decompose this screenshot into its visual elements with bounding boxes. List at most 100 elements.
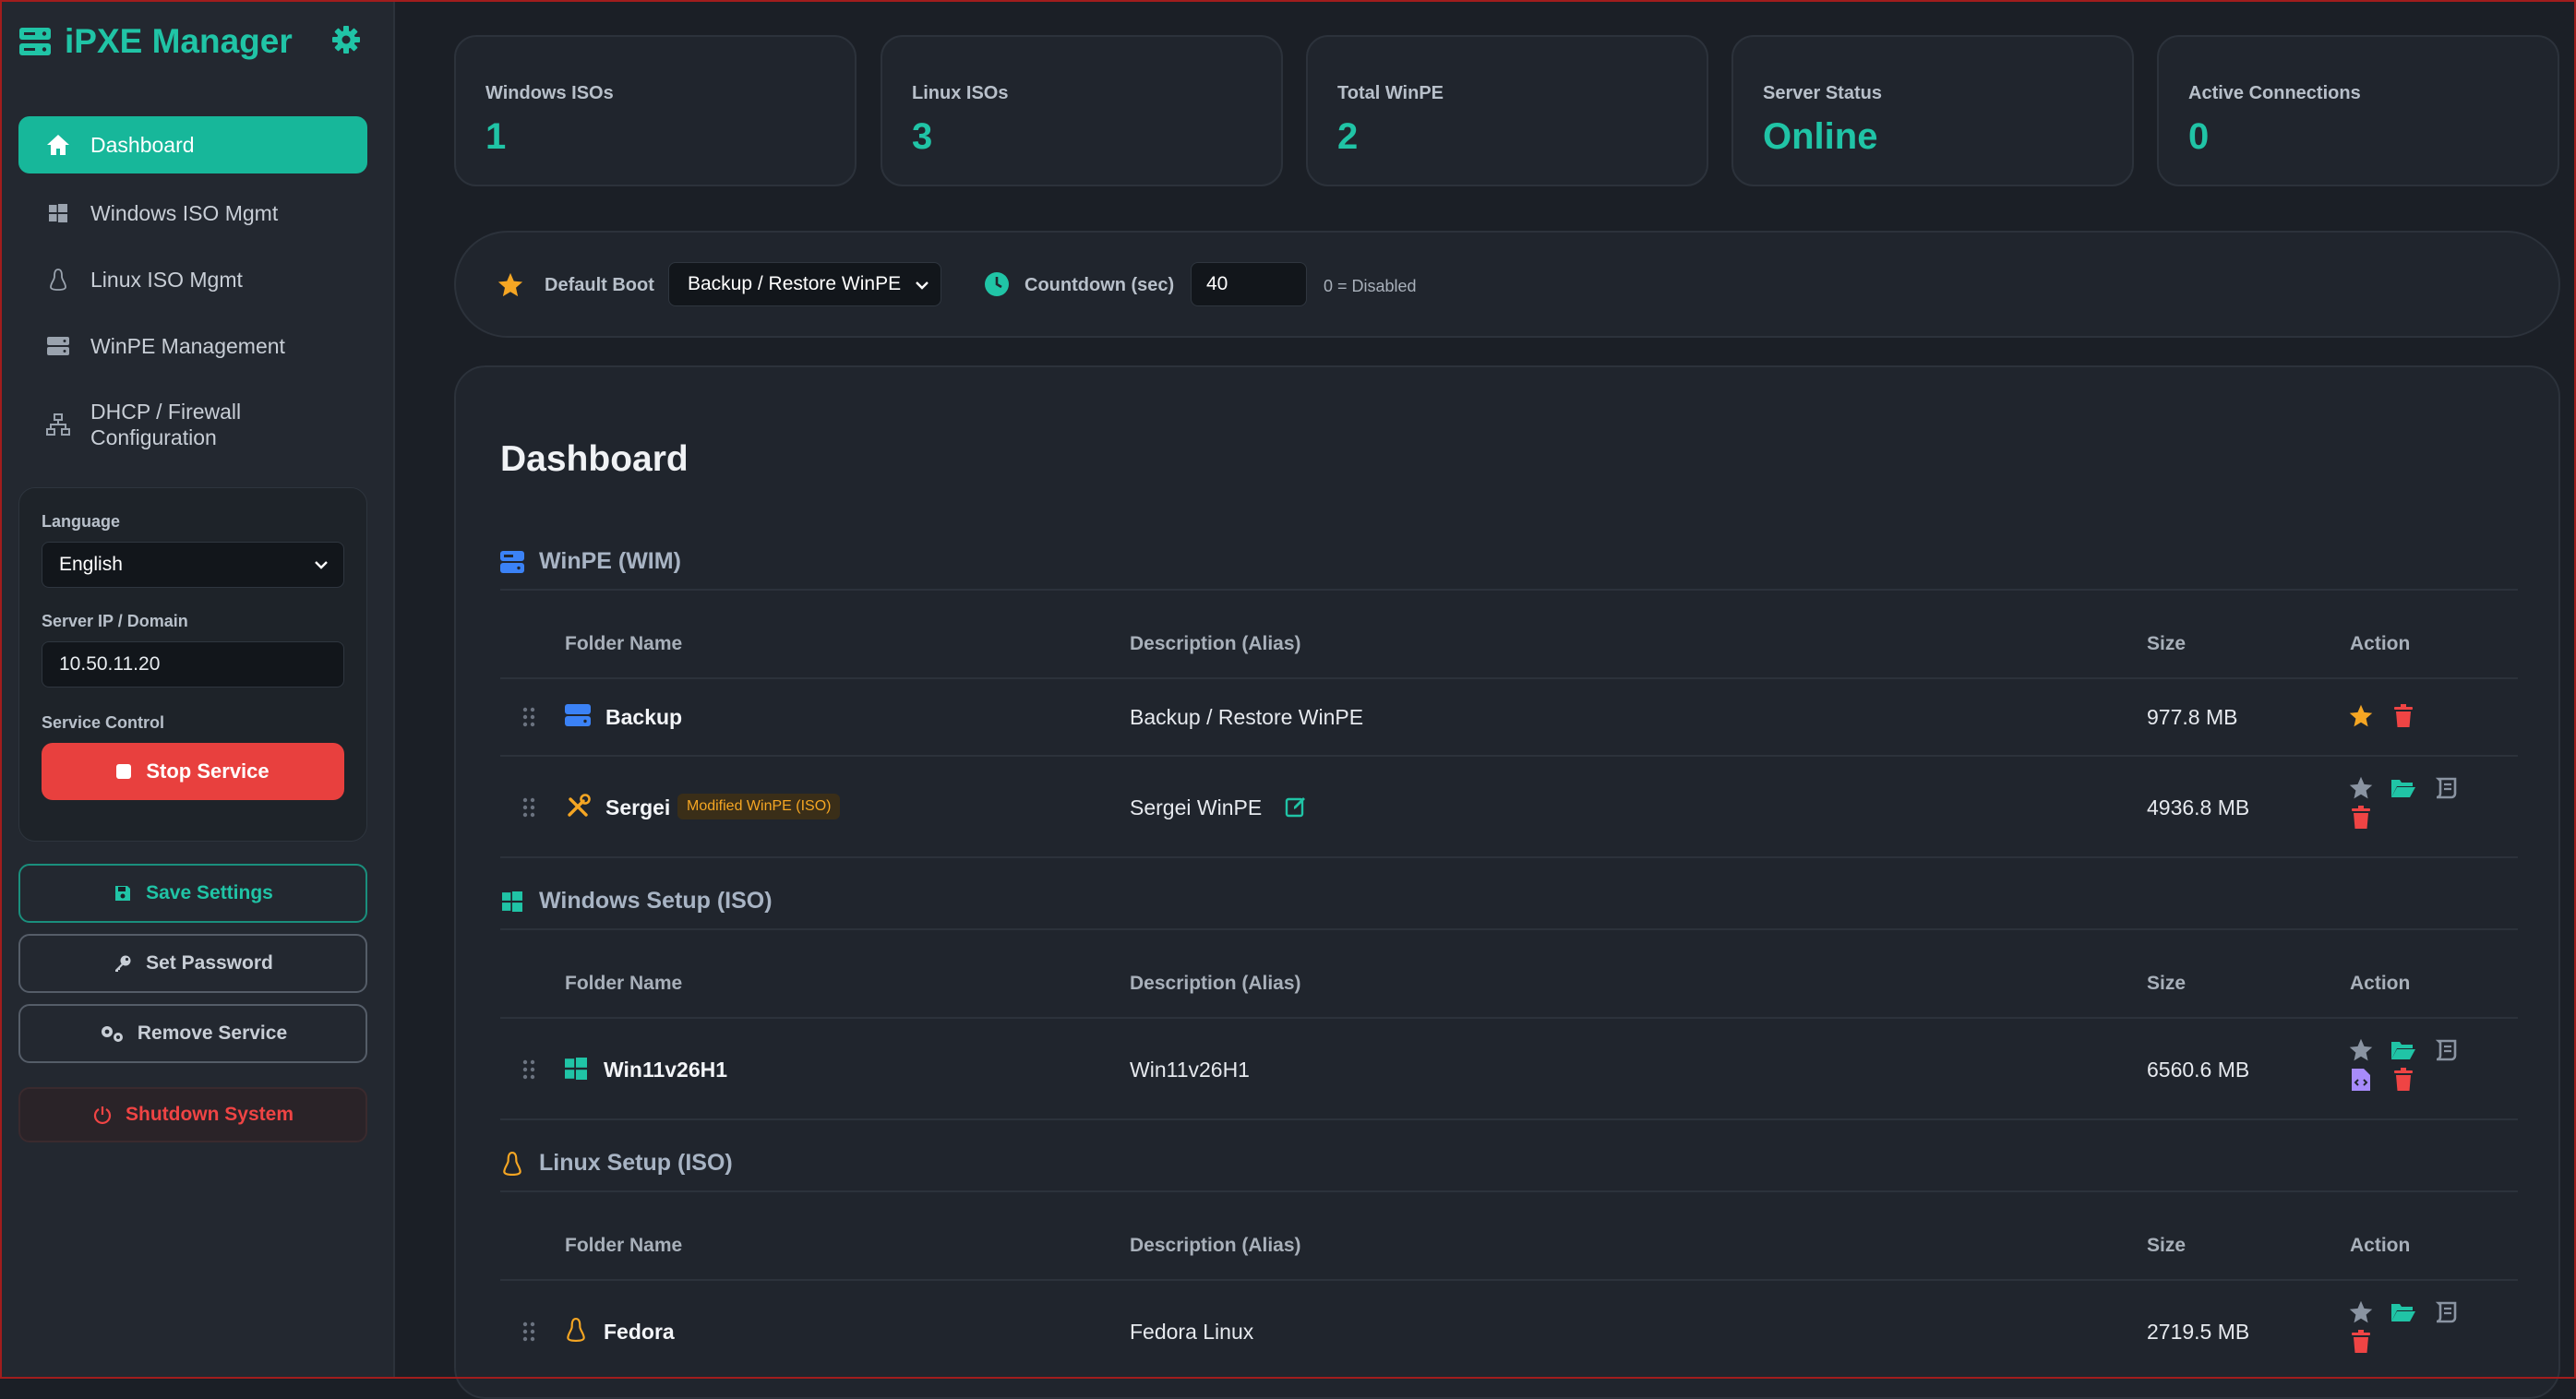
stop-label: Stop Service	[146, 759, 270, 783]
stat-active-connections: Active Connections 0	[2157, 35, 2559, 186]
folder-open-icon[interactable]	[2390, 1037, 2416, 1063]
delete-trash-icon[interactable]	[2348, 805, 2374, 831]
description: Backup / Restore WinPE	[1130, 705, 1364, 729]
set-default-star-icon[interactable]	[2348, 1299, 2374, 1325]
save-label: Save Settings	[146, 882, 273, 903]
stat-value: 1	[485, 116, 507, 157]
windows-icon	[500, 890, 524, 914]
default-boot-select[interactable]: Backup / Restore WinPE	[668, 262, 941, 306]
section-title: WinPE (WIM)	[539, 548, 681, 574]
countdown-input[interactable]: 40	[1191, 262, 1307, 306]
script-icon[interactable]	[2433, 1037, 2459, 1063]
nav-label: Linux ISO Mgmt	[90, 267, 243, 292]
folder-name: Backup	[605, 705, 683, 729]
nav-label: Windows ISO Mgmt	[90, 200, 279, 225]
delete-trash-icon[interactable]	[2390, 1067, 2416, 1093]
file-code-icon[interactable]	[2348, 1067, 2374, 1093]
countdown-hint: 0 = Disabled	[1324, 277, 1417, 295]
server-icon	[46, 334, 70, 358]
server-label: Server IP / Domain	[42, 612, 188, 630]
server-logo-icon	[18, 27, 52, 56]
stat-label: Linux ISOs	[912, 83, 1009, 103]
linux-icon	[567, 1318, 593, 1344]
stat-value: Online	[1763, 116, 1878, 157]
power-icon	[92, 1105, 113, 1125]
set-default-star-icon[interactable]	[2348, 703, 2374, 729]
section-windows: Windows Setup (ISO)	[500, 888, 773, 915]
stat-value: 3	[912, 116, 933, 157]
nav-item-linux-iso[interactable]: Linux ISO Mgmt	[18, 251, 367, 308]
col-desc: Description (Alias)	[1130, 973, 1301, 994]
linux-icon	[500, 1151, 524, 1176]
nav-label: DHCP / Firewall Configuration	[90, 400, 242, 449]
stop-icon	[116, 764, 132, 779]
server-ip-input[interactable]: 10.50.11.20	[42, 641, 344, 688]
folder-name: Fedora	[604, 1320, 675, 1344]
drag-handle-icon[interactable]	[522, 1321, 535, 1342]
folder-open-icon[interactable]	[2390, 775, 2416, 801]
description: Win11v26H1	[1130, 1058, 1250, 1082]
tools-icon	[565, 794, 591, 819]
page-title: Dashboard	[500, 439, 689, 479]
nav-item-winpe[interactable]: WinPE Management	[18, 317, 367, 375]
stat-total-winpe: Total WinPE 2	[1306, 35, 1708, 186]
nav-item-dashboard[interactable]: Dashboard	[18, 116, 367, 173]
col-action: Action	[2350, 1235, 2411, 1256]
chevron-down-icon	[913, 276, 931, 294]
folder-open-icon[interactable]	[2390, 1299, 2416, 1325]
remove-service-button[interactable]: Remove Service	[18, 1004, 367, 1063]
set-password-button[interactable]: Set Password	[18, 934, 367, 993]
folder-name: Sergei	[605, 795, 671, 819]
stat-label: Active Connections	[2188, 83, 2361, 103]
col-desc: Description (Alias)	[1130, 1235, 1301, 1256]
stop-service-button[interactable]: Stop Service	[42, 743, 344, 800]
col-size: Size	[2147, 633, 2187, 654]
save-settings-button[interactable]: Save Settings	[18, 864, 367, 923]
drag-handle-icon[interactable]	[522, 1059, 535, 1080]
drag-handle-icon[interactable]	[522, 707, 535, 727]
stat-windows-isos: Windows ISOs 1	[454, 35, 857, 186]
key-icon	[113, 953, 133, 974]
app-title: iPXE Manager	[65, 22, 293, 60]
col-size: Size	[2147, 973, 2187, 994]
script-icon[interactable]	[2433, 1299, 2459, 1325]
delete-trash-icon[interactable]	[2390, 703, 2416, 729]
edit-icon[interactable]	[1283, 794, 1309, 819]
shutdown-button[interactable]: Shutdown System	[18, 1087, 367, 1142]
language-select[interactable]: English	[42, 542, 344, 588]
script-icon[interactable]	[2433, 775, 2459, 801]
stat-value: 0	[2188, 116, 2210, 157]
size: 6560.6 MB	[2147, 1058, 2250, 1082]
modified-badge: Modified WinPE (ISO)	[677, 794, 841, 819]
gear-icon[interactable]	[330, 24, 362, 55]
set-default-star-icon[interactable]	[2348, 1037, 2374, 1063]
language-value: English	[59, 554, 123, 575]
delete-trash-icon[interactable]	[2348, 1329, 2374, 1355]
star-icon	[497, 271, 524, 299]
remove-label: Remove Service	[137, 1022, 288, 1044]
clock-icon	[984, 271, 1010, 297]
divider	[500, 677, 2518, 679]
windows-icon	[565, 1058, 591, 1083]
set-default-star-icon[interactable]	[2348, 775, 2374, 801]
windows-icon	[46, 201, 70, 225]
default-boot-value: Backup / Restore WinPE	[688, 273, 902, 294]
col-desc: Description (Alias)	[1130, 633, 1301, 654]
drag-handle-icon[interactable]	[522, 797, 535, 818]
divider	[500, 755, 2518, 757]
nav-item-dhcp[interactable]: DHCP / Firewall Configuration	[18, 389, 367, 460]
stat-value: 2	[1337, 116, 1359, 157]
brand: iPXE Manager	[18, 20, 293, 63]
linux-icon	[46, 268, 70, 292]
nav-label: Dashboard	[90, 132, 195, 157]
chevron-down-icon	[312, 556, 330, 574]
divider	[500, 856, 2518, 858]
section-winpe: WinPE (WIM)	[500, 548, 681, 575]
server-icon	[565, 703, 591, 729]
settings-panel: Language English Server IP / Domain 10.5…	[18, 487, 367, 842]
nav-item-windows-iso[interactable]: Windows ISO Mgmt	[18, 185, 367, 242]
divider	[500, 928, 2518, 930]
countdown-value: 40	[1206, 273, 1228, 294]
divider	[500, 1017, 2518, 1019]
divider	[500, 1190, 2518, 1192]
